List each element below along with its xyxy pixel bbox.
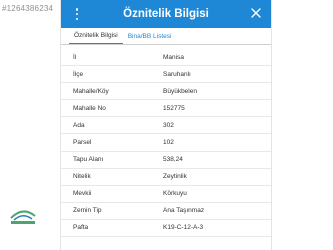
row-value: 102 [163,139,174,147]
row-label: Zemin Tip [73,207,102,215]
row-label: Mevkii [73,190,92,198]
row-label: Tapu Alanı [73,156,104,164]
row-value: 302 [163,121,174,129]
row-value: Büyükbelen [163,87,197,95]
row-value: 152775 [163,104,185,112]
listing-id-watermark: #1264386234 [2,4,54,13]
row-label: Nitelik [73,173,91,181]
table-row: İl Manisa [61,49,271,67]
row-label: Parsel [73,139,92,147]
table-row: Mahalle/Köy Büyükbelen [61,83,271,101]
phone-screen: Öznitelik Bilgisi Öznitelik Bilgisi Bina… [60,0,272,250]
row-value: Zeytinlik [163,173,187,181]
row-label: Ada [73,121,85,129]
table-row: Nitelik Zeytinlik [61,169,271,186]
table-row: Tapu Alanı 538,24 [61,152,271,169]
tab-attribute-info[interactable]: Öznitelik Bilgisi [69,27,123,44]
row-label: Pafta [73,224,89,232]
table-row: Mahalle No 152775 [61,100,271,118]
row-label: Mahalle/Köy [73,87,109,95]
table-row: Pafta K19-C-12-A-3 [61,220,271,238]
row-value: Körkuyu [163,190,187,198]
row-value: 538,24 [163,156,183,164]
table-row: Ada 302 [61,117,271,135]
row-value: Saruhanlı [163,70,191,78]
table-row: Mevkii Körkuyu [61,186,271,203]
row-value: Manisa [163,53,184,61]
row-value: K19-C-12-A-3 [163,224,204,232]
page-title: Öznitelik Bilgisi [123,8,209,20]
table-row: Parsel 102 [61,134,271,152]
table-row: İlçe Saruhanlı [61,66,271,84]
tab-bar: Öznitelik Bilgisi Bina/BB Listesi [61,28,271,45]
logo-mark-icon [10,210,36,224]
row-label: İlçe [73,70,84,78]
row-label: İl [73,53,77,61]
app-bar: Öznitelik Bilgisi [61,0,271,28]
row-value: Ana Taşınmaz [163,207,205,215]
tab-building-list[interactable]: Bina/BB Listesi [123,27,177,44]
screenshot: #1264386234 Öznitelik Bilgisi Öznitelik … [0,0,333,250]
agency-logo [4,204,42,244]
row-label: Mahalle No [73,104,106,112]
table-row: Zemin Tip Ana Taşınmaz [61,203,271,220]
attribute-table: İl Manisa İlçe Saruhanlı Mahalle/Köy Büy… [61,49,271,238]
close-icon[interactable] [250,7,262,19]
